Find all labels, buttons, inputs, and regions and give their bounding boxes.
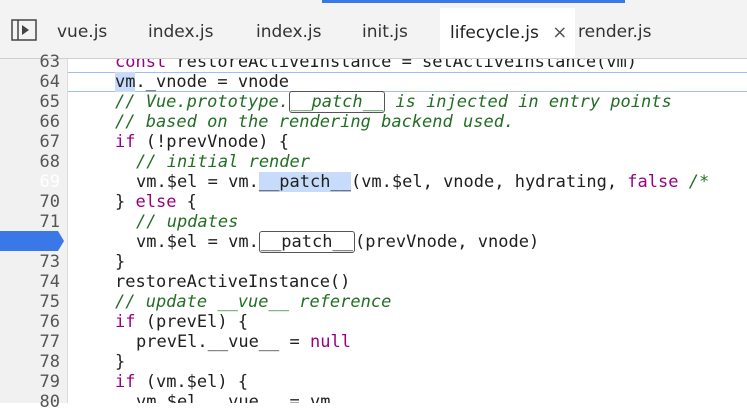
tab-label: index.js [148,22,214,42]
line-number: 63 [39,52,60,72]
line-number: 73 [39,252,60,272]
tab-render-js[interactable]: render.js [578,20,652,44]
editor-tab-bar: vue.js index.js index.js init.js lifecyc… [0,0,747,59]
tab-label: vue.js [57,22,108,42]
tab-lifecycle-js[interactable]: lifecycle.js × [440,8,576,58]
tab-vue-js[interactable]: vue.js [57,20,107,44]
code-line-78: } [115,352,126,372]
search-match: __patch__ [258,231,355,253]
code-line-64: vm._vnode = vnode [115,72,290,92]
tab-label: render.js [578,22,652,42]
code-editor[interactable]: const restoreActiveInstance = setActiveI… [68,59,747,403]
code-line-75: // update __vue__ reference [115,292,392,312]
sidebar-toggle-icon[interactable] [11,19,37,41]
code-line-67: if (!prevVnode) { [115,132,290,152]
tab-index-js-1[interactable]: index.js [148,20,214,44]
code-line-76: if (prevEl) { [115,312,249,332]
line-number: 79 [39,372,60,392]
code-line-66: // based on the rendering backend used. [115,112,515,132]
search-match: __patch__ [289,91,386,113]
code-line-77: prevEl.__vue__ = null [136,332,351,352]
tab-bar-accent-line [322,0,625,3]
code-line-70: } else { [115,192,197,212]
tab-label: index.js [256,22,322,42]
line-number: 68 [39,152,60,172]
line-number: 78 [39,352,60,372]
tab-close-icon[interactable]: × [552,8,567,58]
line-number: 64 [39,72,60,92]
code-line-73: } [115,252,126,272]
line-number: 71 [39,212,60,232]
code-line-74: restoreActiveInstance() [115,272,351,292]
line-number: 75 [39,292,60,312]
line-number: 70 [39,192,60,212]
tab-label: init.js [362,22,408,42]
tab-index-js-2[interactable]: index.js [256,20,322,44]
line-number: 76 [39,312,60,332]
code-line-79: if (vm.$el) { [115,372,249,392]
code-line-80: vm.$el.__vue__ = vm [136,392,331,403]
code-line-71: // updates [136,212,239,232]
line-number: 74 [39,272,60,292]
tab-init-js[interactable]: init.js [362,20,408,44]
code-line-65: // Vue.prototype. __patch__ is injected i… [115,91,672,113]
line-number: 67 [39,132,60,152]
line-number: 66 [39,112,60,132]
line-number: 65 [39,92,60,112]
search-match-current: __patch__ [258,172,351,192]
breakpoint-arrow-icon[interactable] [0,231,64,251]
tab-label: lifecycle.js [450,23,539,43]
line-number-breakpoint: 69 [39,172,60,192]
line-number: 80 [39,392,60,412]
line-number: 77 [39,332,60,352]
selected-token: vm [115,72,136,92]
code-line-69: vm.$el = vm.__patch__(vm.$el, vnode, hyd… [136,172,710,192]
code-line-63: const restoreActiveInstance = setActiveI… [115,59,637,72]
code-line-72: vm.$el = vm. __patch__ (prevVnode, vnode) [136,231,540,253]
line-number-gutter[interactable]: 63 64 65 66 67 68 69 70 71 72 73 74 75 7… [0,52,68,412]
code-line-68: // initial render [136,152,310,172]
